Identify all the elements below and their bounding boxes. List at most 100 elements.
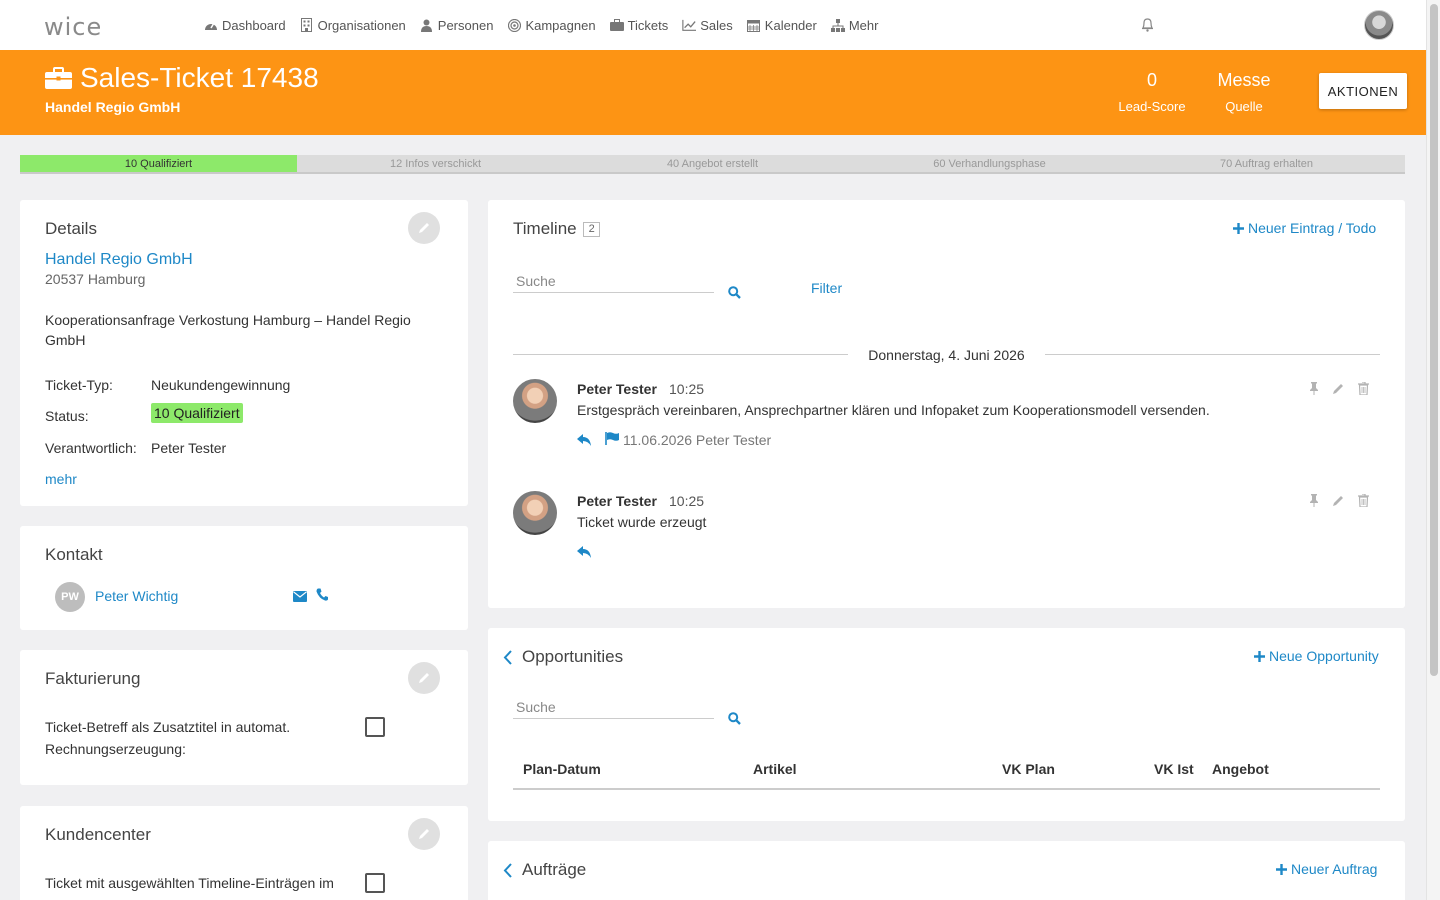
timeline-title-text: Timeline — [513, 219, 577, 238]
more-link[interactable]: mehr — [45, 471, 77, 487]
customer-center-title: Kundencenter — [45, 825, 151, 844]
scrollbar-thumb[interactable] — [1430, 4, 1438, 676]
briefcase-icon — [609, 18, 624, 32]
billing-checkbox-label: Ticket-Betreff als Zusatztitel in automa… — [45, 719, 291, 757]
new-order-button[interactable]: Neuer Auftrag — [1276, 861, 1377, 877]
nav-label: Dashboard — [222, 17, 286, 33]
chevron-left-icon[interactable] — [503, 650, 512, 668]
reply-icon[interactable] — [577, 545, 592, 561]
entry-text: Erstgespräch vereinbaren, Ansprechpartne… — [577, 402, 1210, 418]
filter-link[interactable]: Filter — [811, 280, 842, 296]
plus-icon — [1254, 650, 1265, 662]
divider — [513, 354, 848, 355]
customer-center-checkbox[interactable] — [365, 873, 385, 893]
nav-personen[interactable]: Personen — [420, 18, 493, 33]
wice-logo[interactable]: wice — [44, 13, 102, 41]
nav-label: Mehr — [848, 17, 879, 33]
timeline-count-badge: 2 — [582, 222, 600, 237]
edit-billing-button[interactable] — [408, 662, 440, 694]
source-label: Quelle — [1225, 99, 1263, 114]
nav-kalender[interactable]: Kalender — [747, 18, 817, 33]
stage-infos-verschickt[interactable]: 12 Infos verschickt — [297, 155, 574, 172]
contact-card: Kontakt PW Peter Wichtig — [20, 526, 468, 630]
customer-center-card: Kundencenter Ticket mit ausgewählten Tim… — [20, 806, 468, 900]
entry-time: 10:25 — [669, 493, 705, 509]
column-header-vk-ist[interactable]: VK Ist — [1154, 761, 1194, 777]
nav-organisationen[interactable]: Organisationen — [300, 18, 406, 33]
nav-kampagnen[interactable]: Kampagnen — [507, 18, 596, 33]
lead-score-label: Lead-Score — [1118, 99, 1186, 114]
pin-icon[interactable] — [1309, 494, 1319, 510]
timeline-search-input[interactable] — [513, 269, 714, 293]
column-header-article[interactable]: Artikel — [753, 761, 797, 777]
company-link[interactable]: Handel Regio GmbH — [45, 251, 193, 269]
source-value: Messe — [1217, 70, 1271, 90]
phone-icon[interactable] — [316, 588, 328, 604]
trash-icon[interactable] — [1358, 381, 1369, 398]
nav-label: Sales — [700, 17, 733, 33]
briefcase-icon — [45, 67, 72, 89]
opportunities-title: Opportunities — [522, 647, 624, 666]
ticket-type-label: Ticket-Typ: — [45, 377, 113, 393]
sitemap-icon — [830, 18, 845, 32]
nav-dashboard[interactable]: Dashboard — [204, 18, 286, 33]
column-header-offer[interactable]: Angebot — [1212, 761, 1269, 777]
ticket-title-text: Sales-Ticket 17438 — [80, 62, 319, 93]
search-icon[interactable] — [728, 712, 741, 728]
status-label: Status: — [45, 408, 89, 424]
stage-auftrag-erhalten[interactable]: 70 Auftrag erhalten — [1128, 155, 1405, 172]
top-navigation: wice Dashboard Organisationen Personen K… — [0, 0, 1426, 50]
billing-title: Fakturierung — [45, 669, 141, 688]
nav-tickets[interactable]: Tickets — [609, 18, 668, 33]
search-icon[interactable] — [728, 286, 741, 302]
contact-name-link[interactable]: Peter Wichtig — [95, 588, 178, 604]
ticket-header: Sales-Ticket 17438 Handel Regio GmbH 0 L… — [0, 50, 1426, 135]
new-opportunity-label: Neue Opportunity — [1269, 648, 1379, 664]
trash-icon[interactable] — [1358, 493, 1369, 510]
nav-label: Kalender — [764, 17, 817, 33]
edit-entry-pencil-icon[interactable] — [1332, 382, 1345, 398]
actions-button[interactable]: AKTIONEN — [1319, 73, 1407, 109]
billing-card: Fakturierung Ticket-Betreff als Zusatzti… — [20, 650, 468, 785]
page-scrollbar[interactable] — [1426, 0, 1440, 900]
billing-title-checkbox[interactable] — [365, 717, 385, 737]
entry-author-avatar — [513, 379, 557, 423]
lead-score-value: 0 — [1146, 70, 1157, 90]
user-avatar[interactable] — [1364, 10, 1394, 40]
opportunities-search-input[interactable] — [513, 695, 714, 719]
entry-due: 11.06.2026 Peter Tester — [623, 432, 772, 448]
status-badge: 10 Qualifiziert — [151, 403, 243, 423]
orders-title: Aufträge — [522, 860, 587, 879]
company-address: 20537 Hamburg — [45, 271, 146, 287]
pin-icon[interactable] — [1309, 382, 1319, 398]
main-menu: Dashboard Organisationen Personen Kampag… — [204, 0, 892, 50]
envelope-icon[interactable] — [293, 589, 307, 605]
edit-entry-pencil-icon[interactable] — [1332, 494, 1345, 510]
new-entry-button[interactable]: Neuer Eintrag / Todo — [1233, 220, 1376, 236]
contact-initials: PW — [55, 582, 85, 612]
opportunities-card: Opportunities Neue Opportunity Plan-Datu… — [488, 628, 1405, 821]
entry-time: 10:25 — [669, 381, 705, 397]
chevron-left-icon[interactable] — [503, 863, 512, 881]
nav-mehr[interactable]: Mehr — [830, 17, 879, 33]
chart-icon — [682, 18, 697, 32]
timeline-title: Timeline 2 — [513, 219, 600, 239]
details-card: Details Handel Regio GmbH 20537 Hamburg … — [20, 200, 468, 506]
new-opportunity-button[interactable]: Neue Opportunity — [1254, 648, 1379, 664]
source: Messe Quelle — [1204, 70, 1284, 114]
nav-sales[interactable]: Sales — [682, 18, 733, 33]
timeline-card: Timeline 2 Neuer Eintrag / Todo Filter Do… — [488, 200, 1405, 608]
column-header-vk-plan[interactable]: VK Plan — [1002, 761, 1055, 777]
column-header-plan-date[interactable]: Plan-Datum — [523, 761, 601, 777]
stage-qualifiziert[interactable]: 10 Qualifiziert — [20, 155, 297, 172]
stage-verhandlungsphase[interactable]: 60 Verhandlungsphase — [851, 155, 1128, 172]
bell-icon[interactable] — [1141, 18, 1154, 35]
edit-details-button[interactable] — [408, 212, 440, 244]
new-entry-label: Neuer Eintrag / Todo — [1248, 220, 1377, 236]
owner-value: Peter Tester — [151, 440, 227, 456]
plus-icon — [1233, 222, 1244, 234]
stage-angebot-erstellt[interactable]: 40 Angebot erstellt — [574, 155, 851, 172]
reply-icon[interactable] — [577, 433, 592, 449]
new-order-label: Neuer Auftrag — [1291, 861, 1378, 877]
edit-customer-center-button[interactable] — [408, 818, 440, 850]
